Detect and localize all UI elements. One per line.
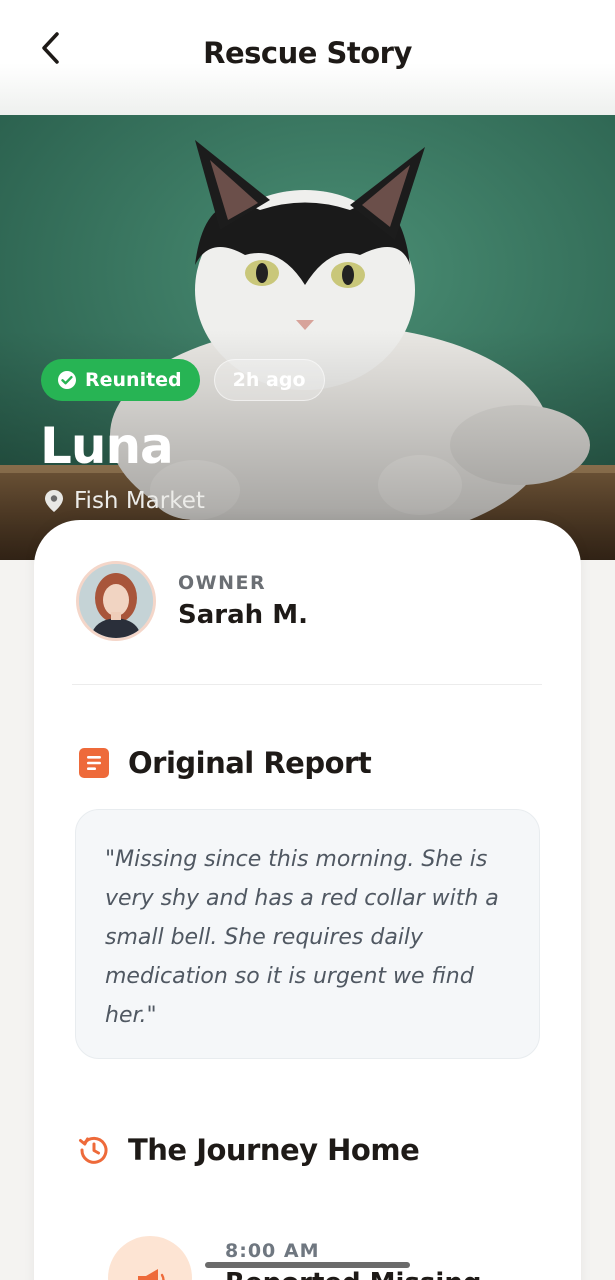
avatar [76, 561, 156, 641]
journey-title: The Journey Home [128, 1133, 420, 1167]
owner-row[interactable]: OWNER Sarah M. [76, 561, 308, 641]
divider [72, 684, 542, 685]
time-badge: 2h ago [213, 359, 325, 401]
check-circle-icon [58, 371, 76, 389]
badge-row: Reunited 2h ago [41, 359, 325, 401]
hero-image: Reunited 2h ago Luna Fish Market [0, 115, 615, 560]
story-card: OWNER Sarah M. Original Report "Missing … [34, 520, 581, 1280]
home-indicator[interactable] [205, 1262, 410, 1268]
report-title: Original Report [128, 746, 372, 780]
pet-name: Luna [40, 417, 174, 475]
location-label: Fish Market [74, 488, 205, 514]
owner-label: OWNER [178, 572, 267, 594]
megaphone-icon [138, 1269, 165, 1280]
timeline-marker [108, 1236, 192, 1280]
history-icon [79, 1136, 108, 1164]
status-badge-label: Reunited [85, 369, 182, 391]
report-quote-box: "Missing since this morning. She is very… [75, 809, 540, 1059]
location: Fish Market [44, 488, 205, 514]
event-title: Reported Missing [225, 1268, 481, 1280]
status-badge: Reunited [41, 359, 200, 401]
report-text: "Missing since this morning. She is very… [105, 847, 499, 1028]
top-bar: Rescue Story [0, 0, 615, 115]
report-section-header: Original Report [78, 746, 372, 780]
document-icon [79, 748, 109, 778]
owner-name: Sarah M. [178, 600, 308, 630]
event-time: 8:00 AM [225, 1240, 320, 1262]
map-pin-icon [45, 490, 63, 512]
owner-photo [79, 564, 153, 638]
page-title: Rescue Story [203, 36, 412, 70]
journey-section-header: The Journey Home [78, 1133, 420, 1167]
